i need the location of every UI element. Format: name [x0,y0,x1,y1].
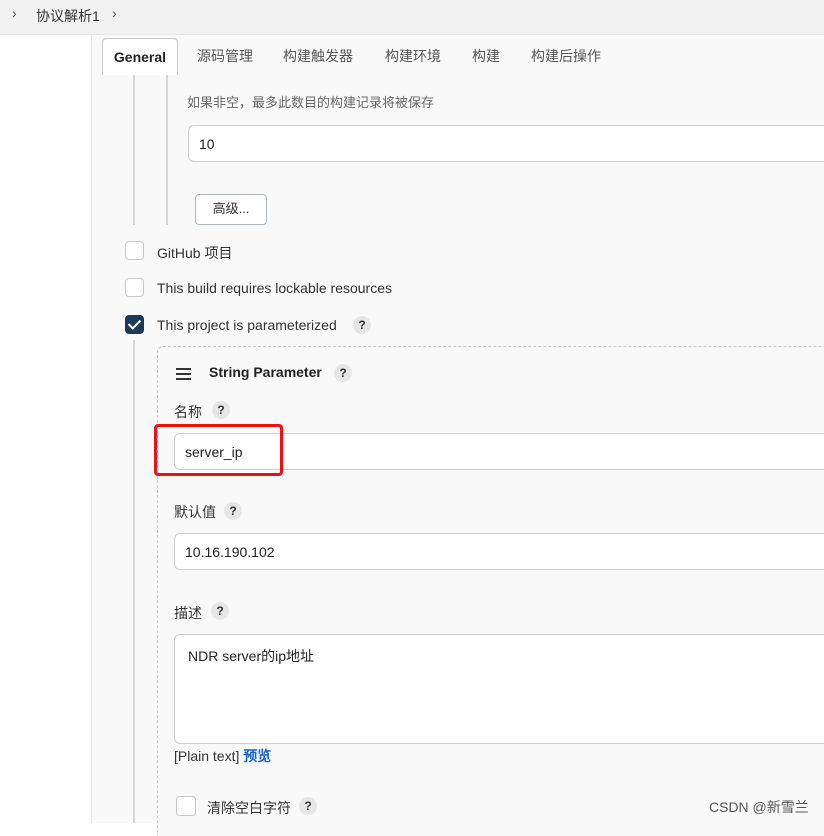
tab-general[interactable]: General [102,38,178,75]
lockable-resources-label: This build requires lockable resources [157,280,392,296]
tab-source-control[interactable]: 源码管理 [197,38,253,74]
trim-help-icon[interactable]: ? [299,797,317,815]
chevron-right-icon[interactable]: › [112,5,117,21]
advanced-button[interactable]: 高级... [195,194,267,225]
string-parameter-help-icon[interactable]: ? [334,364,352,382]
default-value-input[interactable]: 10.16.190.102 [174,533,824,570]
left-pane [0,35,91,823]
description-help-icon[interactable]: ? [211,602,229,620]
default-value-label: 默认值 [174,504,216,520]
chevron-right-icon: › [12,5,17,21]
description-value: NDR server的ip地址 [188,648,315,664]
lockable-resources-checkbox[interactable] [125,278,144,297]
parameterized-checkbox[interactable] [125,315,144,334]
default-value-value: 10.16.190.102 [185,543,275,560]
tab-bar: General 源码管理 构建触发器 构建环境 构建 构建后操作 [92,38,824,75]
name-help-icon[interactable]: ? [212,401,230,419]
tab-build-environment[interactable]: 构建环境 [385,38,441,74]
description-label: 描述 [174,605,202,621]
description-textarea[interactable]: NDR server的ip地址 [174,634,824,744]
drag-handle-icon[interactable] [176,368,191,383]
breadcrumb: › 协议解析1 › [0,0,824,35]
breadcrumb-item[interactable]: 协议解析1 [36,6,100,26]
plain-text-label: [Plain text] [174,748,240,764]
highlight-box [154,424,283,476]
section-guide [133,340,135,823]
name-label: 名称 [174,404,202,420]
section-guide [166,75,168,225]
parameterized-help-icon[interactable]: ? [353,316,371,334]
watermark: CSDN @新雪兰 [709,799,809,815]
section-guide [133,75,135,225]
tab-post-build[interactable]: 构建后操作 [531,38,601,74]
trim-checkbox[interactable] [176,796,196,816]
tab-build-triggers[interactable]: 构建触发器 [283,38,353,74]
github-project-checkbox[interactable] [125,241,144,260]
max-builds-value: 10 [199,135,215,152]
trim-label: 清除空白字符 [207,800,291,816]
tab-build[interactable]: 构建 [472,38,500,74]
plain-text-note: [Plain text] 预览 [174,746,271,766]
parameterized-label: This project is parameterized [157,317,337,333]
retention-hint: 如果非空，最多此数目的构建记录将被保存 [187,95,435,110]
preview-link[interactable]: 预览 [243,748,271,764]
github-project-label: GitHub 项目 [157,245,233,261]
string-parameter-title: String Parameter [209,364,322,380]
default-value-help-icon[interactable]: ? [224,502,242,520]
max-builds-input[interactable]: 10 [188,125,824,162]
